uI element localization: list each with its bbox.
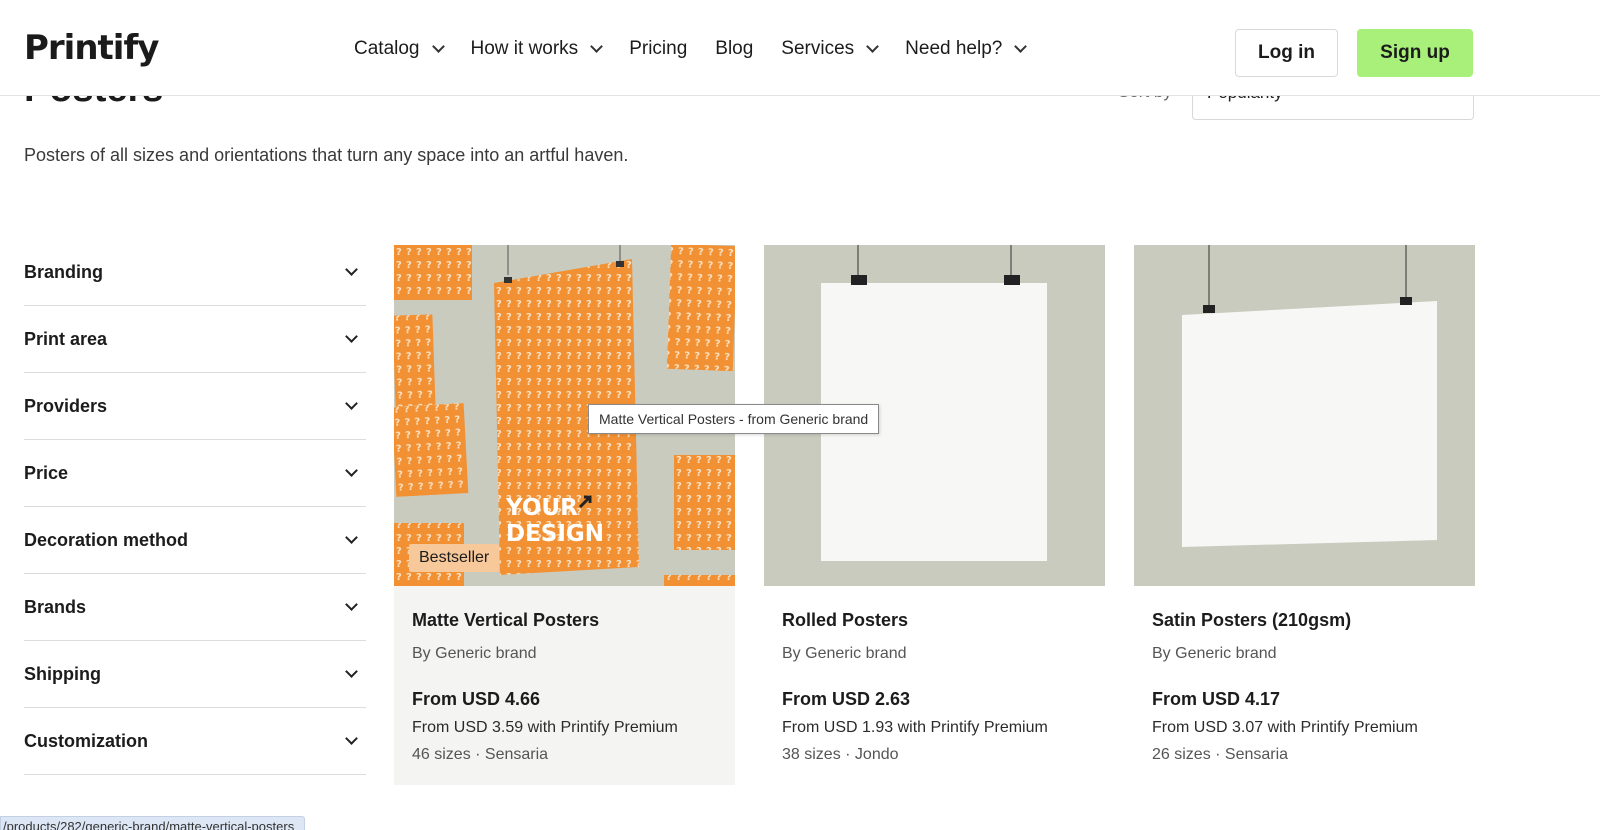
filter-print-area[interactable]: Print area [24,306,366,373]
product-brand: By Generic brand [782,645,907,662]
product-premium-price: From USD 3.07 with Printify Premium [1152,719,1418,736]
page-subtitle: Posters of all sizes and orientations th… [24,145,629,165]
filter-sidebar: Branding Print area Providers Price Deco… [24,239,366,775]
chevron-down-icon [345,664,358,678]
product-info: Matte Vertical Posters By Generic brand … [412,610,725,764]
chevron-down-icon [590,39,604,53]
product-info: Rolled Posters By Generic brand From USD… [782,610,1095,764]
filter-label: Branding [24,261,103,282]
chevron-down-icon [345,329,358,343]
nav-how-it-works[interactable]: How it works [470,38,604,60]
filter-brands[interactable]: Brands [24,574,366,641]
product-card-matte-vertical-posters[interactable]: ? YOURDESIGN Bestseller Matte Vertical P… [394,245,735,785]
filter-price[interactable]: Price [24,440,366,507]
filter-label: Print area [24,328,108,349]
product-brand: By Generic brand [412,645,537,662]
product-brand: By Generic brand [1152,645,1277,662]
product-info: Satin Posters (210gsm) By Generic brand … [1152,610,1465,764]
nav-need-help-label: Need help? [905,38,1003,59]
chevron-down-icon [1014,39,1028,53]
nav-how-it-works-label: How it works [470,38,579,59]
filter-label: Decoration method [24,529,189,550]
signup-button[interactable]: Sign up [1357,29,1473,77]
filter-label: Providers [24,395,108,416]
filter-label: Price [24,462,69,483]
product-premium-price: From USD 3.59 with Printify Premium [412,719,678,736]
chevron-down-icon [345,396,358,410]
nav-need-help[interactable]: Need help? [905,38,1028,60]
product-name: Rolled Posters [782,610,909,630]
product-name: Satin Posters (210gsm) [1152,610,1352,630]
bestseller-badge: Bestseller [409,544,500,572]
status-bar-url: /products/282/generic-brand/matte-vertic… [0,816,306,830]
product-premium-price: From USD 1.93 with Printify Premium [782,719,1048,736]
chevron-down-icon [345,731,358,745]
chevron-down-icon [866,39,880,53]
product-name: Matte Vertical Posters [412,610,600,630]
product-card-rolled-posters[interactable]: Rolled Posters By Generic brand From USD… [764,245,1105,785]
product-price: From USD 4.66 [412,689,541,709]
filter-label: Brands [24,596,87,617]
product-sizes: 38 sizes · Jondo [782,746,899,763]
nav-catalog[interactable]: Catalog [354,38,445,60]
nav-services[interactable]: Services [781,38,880,60]
nav-pricing-label: Pricing [629,38,688,59]
product-image [1134,245,1475,586]
filter-customization[interactable]: Customization [24,708,366,775]
nav-blog[interactable]: Blog [715,38,753,60]
product-sizes: 46 sizes · Sensaria [412,746,549,763]
chevron-down-icon [345,262,358,276]
chevron-down-icon [345,463,358,477]
filter-label: Customization [24,730,148,751]
filter-providers[interactable]: Providers [24,373,366,440]
chevron-down-icon [431,39,445,53]
product-card-satin-posters[interactable]: Satin Posters (210gsm) By Generic brand … [1134,245,1475,785]
filter-label: Shipping [24,663,101,684]
printify-logo[interactable]: Printify [24,28,159,68]
hover-tooltip: Matte Vertical Posters - from Generic br… [588,404,880,434]
main-nav: Catalog How it works Pricing Blog Servic… [354,38,1053,60]
poster-mockup-image [1134,245,1475,586]
nav-catalog-label: Catalog [354,38,420,59]
product-price: From USD 4.17 [1152,689,1281,709]
filter-shipping[interactable]: Shipping [24,641,366,708]
nav-services-label: Services [781,38,855,59]
filter-branding[interactable]: Branding [24,239,366,306]
login-button[interactable]: Log in [1235,29,1338,77]
chevron-down-icon [345,597,358,611]
product-sizes: 26 sizes · Sensaria [1152,746,1289,763]
nav-pricing[interactable]: Pricing [629,38,687,60]
filter-decoration-method[interactable]: Decoration method [24,507,366,574]
nav-blog-label: Blog [715,38,754,59]
product-price: From USD 2.63 [782,689,911,709]
chevron-down-icon [345,530,358,544]
site-header: Printify Catalog How it works Pricing Bl… [0,0,1600,96]
